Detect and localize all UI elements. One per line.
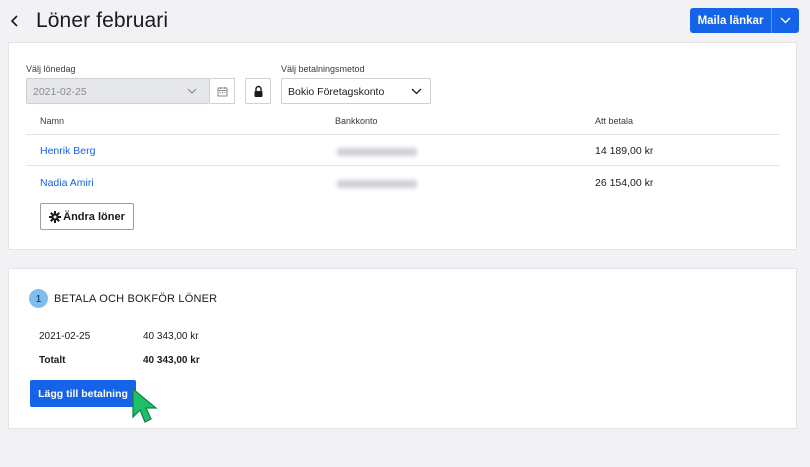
column-header-name: Namn <box>40 116 65 126</box>
payment-method-label: Välj betalningsmetod <box>281 64 365 74</box>
bank-account-redacted <box>337 148 417 156</box>
chevron-down-icon <box>411 88 422 95</box>
payday-label: Välj lönedag <box>26 64 76 74</box>
payroll-card: Välj lönedag 2021-02-25 Välj betalningsm… <box>8 42 797 250</box>
employee-name-link[interactable]: Nadia Amiri <box>40 177 94 189</box>
payday-select: 2021-02-25 <box>26 78 219 104</box>
page-header: Löner februari Maila länkar <box>0 0 810 42</box>
summary-total-label: Totalt <box>39 355 66 366</box>
cursor-pointer-icon <box>132 387 158 423</box>
step-number-badge: 1 <box>29 289 48 308</box>
mail-links-dropdown-toggle[interactable] <box>772 8 799 33</box>
gear-icon <box>49 210 62 223</box>
employee-name-link[interactable]: Henrik Berg <box>40 145 95 157</box>
lock-button[interactable] <box>245 78 271 104</box>
add-payment-button[interactable]: Lägg till betalning <box>30 380 136 407</box>
pay-and-book-card: 1 BETALA OCH BOKFÖR LÖNER 2021-02-25 40 … <box>8 268 797 429</box>
column-header-bank-account: Bankkonto <box>335 116 378 126</box>
chevron-down-icon <box>780 17 791 24</box>
chevron-down-icon <box>187 88 197 94</box>
bank-account-redacted <box>337 180 417 188</box>
back-button[interactable] <box>8 13 22 29</box>
lock-icon <box>254 85 262 97</box>
edit-salaries-label: Ändra löner <box>63 210 125 223</box>
mail-links-split-button[interactable]: Maila länkar <box>690 8 799 33</box>
summary-total-amount: 40 343,00 kr <box>143 355 200 366</box>
payment-method-value: Bokio Företagskonto <box>288 86 385 98</box>
summary-date: 2021-02-25 <box>39 331 91 342</box>
payday-value: 2021-02-25 <box>33 86 87 98</box>
mail-links-button[interactable]: Maila länkar <box>690 8 772 33</box>
calendar-icon <box>217 86 227 96</box>
row-divider <box>26 134 780 135</box>
chevron-left-icon <box>10 15 18 27</box>
row-divider <box>26 165 780 166</box>
column-header-amount: Att betala <box>595 116 634 126</box>
employee-amount: 26 154,00 kr <box>595 177 654 189</box>
summary-date-amount: 40 343,00 kr <box>143 331 199 342</box>
calendar-button[interactable] <box>210 78 235 104</box>
page-title: Löner februari <box>36 9 169 32</box>
payment-method-select[interactable]: Bokio Företagskonto <box>281 78 431 104</box>
edit-salaries-button[interactable]: Ändra löner <box>40 203 134 230</box>
employee-amount: 14 189,00 kr <box>595 145 654 157</box>
step-title: BETALA OCH BOKFÖR LÖNER <box>54 293 218 305</box>
